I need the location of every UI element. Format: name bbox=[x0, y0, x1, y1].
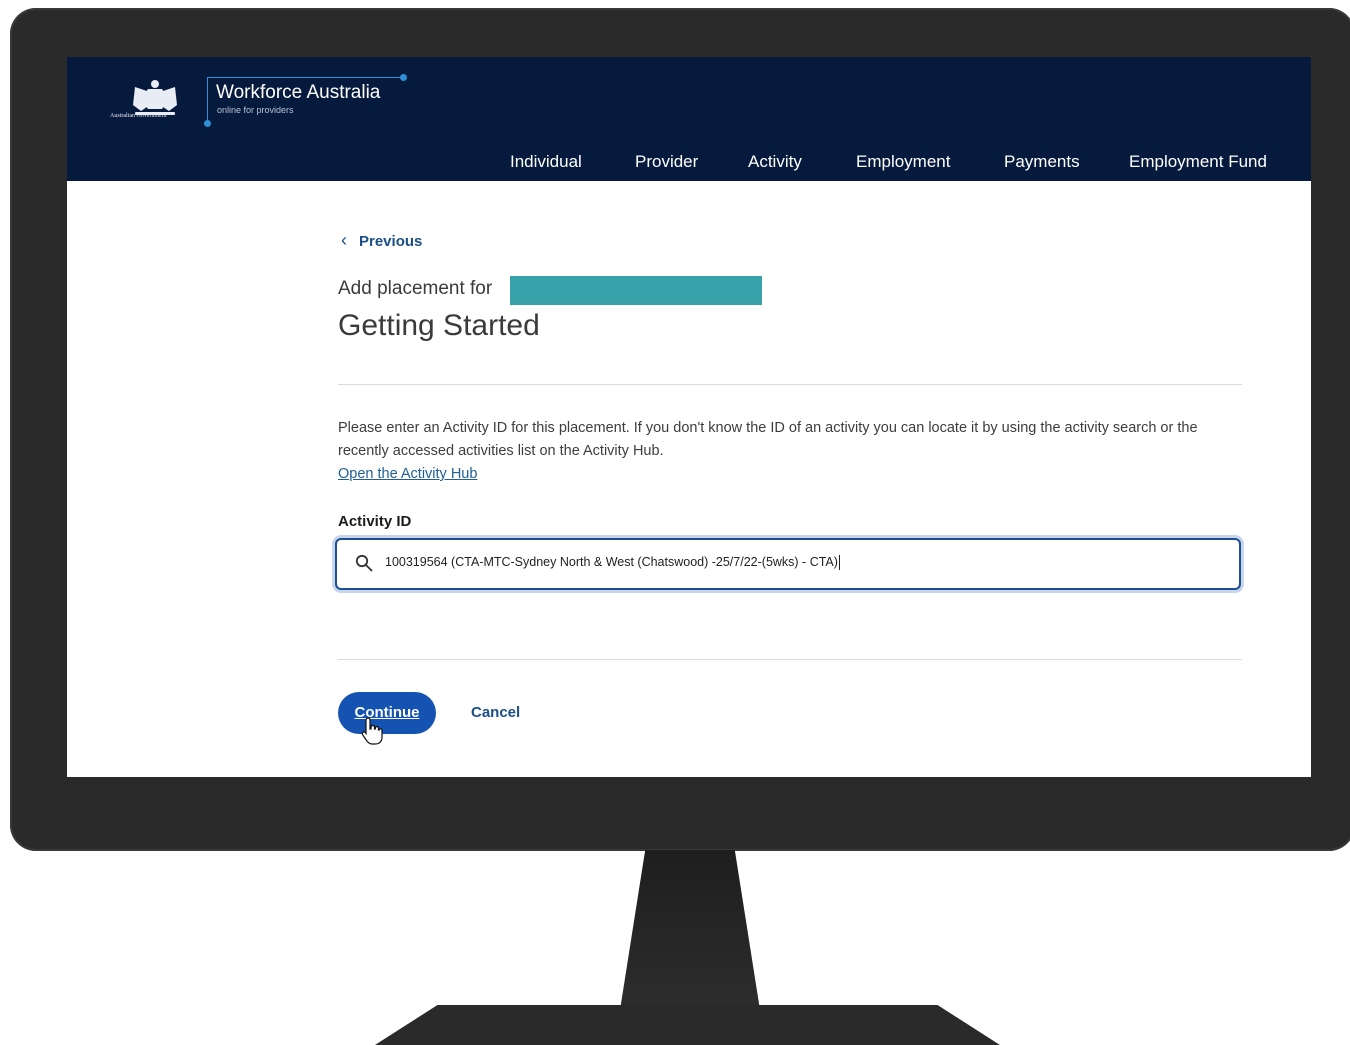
nav-provider[interactable]: Provider bbox=[635, 152, 698, 172]
redacted-name bbox=[510, 276, 762, 305]
brand-dot bbox=[204, 120, 211, 127]
screen: Australian Government Workforce Australi… bbox=[67, 57, 1311, 777]
divider bbox=[338, 384, 1242, 385]
search-icon bbox=[355, 554, 373, 572]
activity-id-input[interactable]: 100319564 (CTA-MTC-Sydney North & West (… bbox=[335, 538, 1241, 590]
activity-id-label: Activity ID bbox=[338, 513, 412, 530]
divider bbox=[338, 659, 1242, 660]
instructions-text: Please enter an Activity ID for this pla… bbox=[338, 420, 1198, 459]
previous-label: Previous bbox=[359, 233, 423, 250]
brand-line-vertical bbox=[207, 77, 208, 123]
monitor-neck bbox=[620, 850, 760, 1010]
page-title: Getting Started bbox=[338, 309, 540, 342]
nav-payments[interactable]: Payments bbox=[1004, 152, 1080, 172]
nav-individual[interactable]: Individual bbox=[510, 152, 582, 172]
nav-activity[interactable]: Activity bbox=[748, 152, 802, 172]
site-header: Australian Government Workforce Australi… bbox=[67, 57, 1311, 181]
chevron-left-icon: ‹ bbox=[341, 230, 347, 250]
previous-link[interactable]: ‹ Previous bbox=[341, 230, 422, 251]
brand-dot bbox=[400, 74, 407, 81]
instructions: Please enter an Activity ID for this pla… bbox=[338, 417, 1238, 486]
text-caret bbox=[838, 555, 840, 571]
brand-subtitle: online for providers bbox=[217, 105, 294, 115]
monitor-base bbox=[375, 1005, 1000, 1045]
hand-pointer-icon bbox=[361, 717, 383, 745]
activity-hub-link[interactable]: Open the Activity Hub bbox=[338, 466, 477, 482]
activity-id-value: 100319564 (CTA-MTC-Sydney North & West (… bbox=[385, 555, 838, 569]
sub-heading: Add placement for bbox=[338, 278, 493, 299]
gov-label: Australian Government bbox=[110, 113, 167, 119]
nav-employment[interactable]: Employment bbox=[856, 152, 950, 172]
continue-button[interactable]: Continue bbox=[338, 692, 436, 734]
activity-id-value-wrap: 100319564 (CTA-MTC-Sydney North & West (… bbox=[385, 555, 840, 571]
brand-title[interactable]: Workforce Australia bbox=[216, 82, 380, 104]
nav-employment-fund[interactable]: Employment Fund bbox=[1129, 152, 1267, 172]
cancel-button[interactable]: Cancel bbox=[471, 704, 520, 721]
brand-line-horizontal bbox=[207, 77, 403, 78]
